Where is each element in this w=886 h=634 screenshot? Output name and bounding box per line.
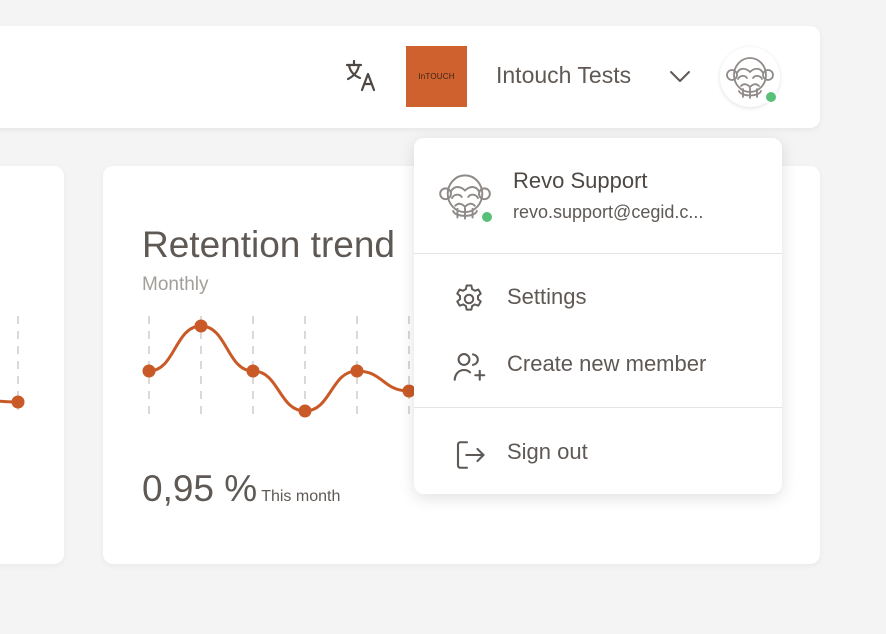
menu-divider (414, 253, 782, 254)
menu-item-label: Sign out (507, 439, 588, 464)
user-dropdown-menu: Revo Support revo.support@cegid.c... Set… (414, 138, 782, 494)
menu-avatar (438, 170, 498, 230)
menu-divider (414, 407, 782, 408)
user-avatar-button[interactable] (720, 47, 780, 107)
retention-value-number: 0,95 % (142, 468, 258, 509)
retention-value: 0,95 % This month (142, 468, 340, 510)
menu-user-email: revo.support@cegid.c... (513, 202, 704, 222)
chart-data-point (246, 364, 260, 378)
org-switcher-label[interactable]: Intouch Tests (496, 62, 631, 89)
chart-data-point (350, 364, 364, 378)
translate-icon[interactable] (344, 58, 380, 94)
menu-user-name: Revo Support (513, 168, 648, 193)
chart-data-point (298, 404, 312, 418)
chevron-down-icon[interactable] (668, 66, 692, 86)
menu-item-settings[interactable]: Settings (414, 271, 782, 323)
org-logo[interactable]: InTOUCH (406, 46, 467, 107)
menu-item-sign-out[interactable]: Sign out (414, 426, 782, 478)
menu-item-label: Create new member (507, 351, 707, 376)
chart-data-point (194, 319, 208, 333)
online-status-dot (480, 210, 494, 224)
left-trend-chart (0, 316, 25, 410)
online-status-dot (764, 90, 778, 104)
menu-item-create-member[interactable]: Create new member (414, 338, 782, 390)
gear-icon (456, 284, 482, 311)
chart-series-line (147, 324, 411, 413)
menu-item-label: Settings (507, 284, 587, 309)
org-logo-text: InTOUCH (418, 72, 455, 81)
chart-data-point (11, 395, 25, 409)
sign-out-icon (456, 441, 485, 469)
add-user-icon (453, 353, 486, 381)
chart-data-point (142, 364, 156, 378)
metric-card-left (0, 166, 64, 564)
retention-value-caption: This month (261, 488, 341, 505)
